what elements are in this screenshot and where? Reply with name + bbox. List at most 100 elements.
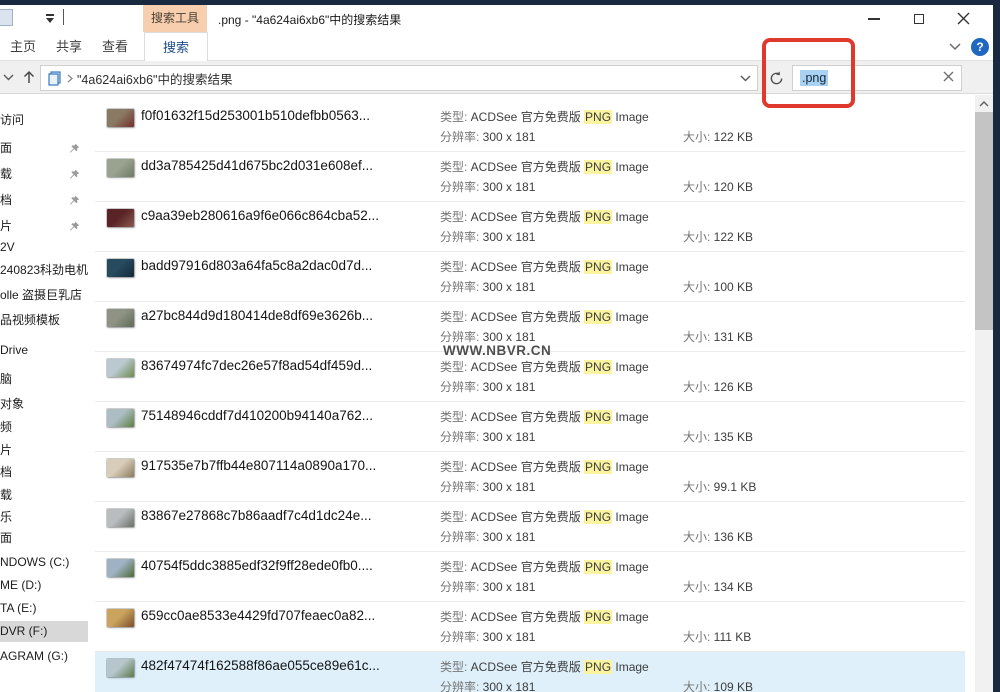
file-size: 大小: 136 KB bbox=[683, 528, 753, 545]
file-row[interactable]: f0f01632f15d253001b510defbb0563... 类型: A… bbox=[95, 102, 965, 152]
resolution-label: 分辨率: bbox=[440, 530, 483, 544]
sidebar-item[interactable]: 240823科劲电机 bbox=[0, 260, 88, 281]
scrollbar[interactable] bbox=[975, 95, 993, 692]
watermark-text: WWW.NBVR.CN bbox=[443, 343, 551, 358]
file-resolution-line: 分辨率: 300 x 181 bbox=[440, 578, 535, 595]
minimize-button[interactable] bbox=[851, 5, 896, 32]
address-dropdown-chevron-icon[interactable] bbox=[740, 75, 751, 82]
sidebar-item-label: ME (D:) bbox=[0, 578, 41, 592]
sidebar-item[interactable]: 载 bbox=[0, 164, 88, 185]
sidebar-item[interactable]: TA (E:) bbox=[0, 598, 88, 619]
file-thumbnail bbox=[107, 209, 134, 227]
sidebar-item[interactable]: 面 bbox=[0, 528, 88, 549]
size-value: 126 KB bbox=[714, 380, 753, 394]
ribbon-tab[interactable]: 查看 bbox=[92, 32, 138, 61]
file-row[interactable]: c9aa39eb280616a9f6e066c864cba52... 类型: A… bbox=[95, 202, 965, 252]
resolution-label: 分辨率: bbox=[440, 130, 483, 144]
sidebar-item[interactable]: 载 bbox=[0, 485, 88, 506]
history-dropdown-icon[interactable] bbox=[3, 74, 14, 81]
sidebar-item[interactable]: 对象 bbox=[0, 394, 88, 415]
scrollbar-thumb[interactable] bbox=[975, 112, 993, 330]
type-suffix: Image bbox=[612, 110, 649, 124]
close-button[interactable] bbox=[941, 5, 986, 32]
file-type-line: 类型: ACDSee 官方免费版 PNG Image bbox=[440, 558, 649, 575]
type-prefix: ACDSee 官方免费版 bbox=[471, 360, 584, 374]
sidebar-item[interactable]: AGRAM (G:) bbox=[0, 646, 88, 667]
type-label: 类型: bbox=[440, 560, 471, 574]
file-thumbnail bbox=[107, 609, 134, 627]
ribbon-tab[interactable]: 共享 bbox=[46, 32, 92, 61]
file-row[interactable]: 83674974fc7dec26e57f8ad54df459d... 类型: A… bbox=[95, 352, 965, 402]
file-row[interactable]: 75148946cddf7d410200b94140a762... 类型: AC… bbox=[95, 402, 965, 452]
search-input[interactable]: .png bbox=[792, 65, 962, 91]
resolution-value: 300 x 181 bbox=[483, 130, 536, 144]
resolution-value: 300 x 181 bbox=[483, 580, 536, 594]
type-suffix: Image bbox=[612, 660, 649, 674]
sidebar-item[interactable]: 面 bbox=[0, 138, 88, 159]
type-highlight: PNG bbox=[584, 560, 612, 574]
sidebar-item[interactable]: 片 bbox=[0, 440, 88, 461]
clear-search-button[interactable] bbox=[943, 69, 954, 87]
search-tools-contextual-tab[interactable]: 搜索工具 bbox=[143, 5, 207, 32]
sidebar-item[interactable]: Drive bbox=[0, 340, 88, 361]
sidebar-item[interactable]: 2V bbox=[0, 237, 88, 258]
sidebar-item-label: olle 盗摄巨乳店 bbox=[0, 288, 82, 302]
ribbon-tab[interactable]: 主页 bbox=[0, 32, 46, 61]
size-value: 122 KB bbox=[714, 230, 753, 244]
sidebar-item-label: 访问 bbox=[0, 113, 24, 127]
resolution-value: 300 x 181 bbox=[483, 230, 536, 244]
help-button[interactable]: ? bbox=[971, 38, 989, 56]
sidebar-item[interactable]: 访问 bbox=[0, 110, 88, 131]
type-highlight: PNG bbox=[584, 510, 612, 524]
file-size: 大小: 134 KB bbox=[683, 578, 753, 595]
type-prefix: ACDSee 官方免费版 bbox=[471, 410, 584, 424]
file-size: 大小: 111 KB bbox=[683, 628, 751, 645]
sidebar-item[interactable]: 档 bbox=[0, 190, 88, 211]
pin-icon bbox=[69, 221, 80, 232]
sidebar-item[interactable]: 档 bbox=[0, 462, 88, 483]
file-row[interactable]: dd3a785425d41d675bc2d031e608ef... 类型: AC… bbox=[95, 152, 965, 202]
up-one-level-icon[interactable] bbox=[21, 69, 37, 85]
file-type-line: 类型: ACDSee 官方免费版 PNG Image bbox=[440, 358, 649, 375]
quick-access-toolbar-arrow-icon[interactable] bbox=[44, 14, 56, 26]
ribbon-tabs-row: 主页共享查看搜索 ? bbox=[0, 32, 993, 61]
refresh-icon bbox=[769, 71, 784, 86]
sidebar-item[interactable]: NDOWS (C:) bbox=[0, 552, 88, 573]
sidebar-item[interactable]: 片 bbox=[0, 216, 88, 237]
maximize-icon bbox=[914, 14, 924, 24]
resolution-label: 分辨率: bbox=[440, 630, 483, 644]
maximize-button[interactable] bbox=[896, 5, 941, 32]
minimize-icon bbox=[868, 18, 880, 20]
sidebar-item[interactable]: ME (D:) bbox=[0, 575, 88, 596]
size-value: 122 KB bbox=[714, 130, 753, 144]
address-bar[interactable]: "4a624ai6xb6"中的搜索结果 bbox=[40, 65, 758, 91]
type-label: 类型: bbox=[440, 410, 471, 424]
sidebar-item[interactable]: 频 bbox=[0, 417, 88, 438]
file-name: 659cc0ae8533e4429fd707feaec0a82... bbox=[141, 608, 375, 623]
sidebar-item-label: 面 bbox=[0, 141, 12, 155]
sidebar-item[interactable]: olle 盗摄巨乳店 bbox=[0, 285, 88, 306]
search-query-text: .png bbox=[800, 70, 828, 86]
sidebar-item-label: 面 bbox=[0, 531, 12, 545]
file-name: a27bc844d9d180414de8df69e3626b... bbox=[141, 308, 373, 323]
sidebar-item[interactable]: DVR (F:) bbox=[0, 621, 88, 642]
file-row[interactable]: 83867e27868c7b86aadf7c4d1dc24e... 类型: AC… bbox=[95, 502, 965, 552]
window-right-edge bbox=[993, 0, 1000, 692]
sidebar-item[interactable]: 乐 bbox=[0, 507, 88, 528]
file-list: f0f01632f15d253001b510defbb0563... 类型: A… bbox=[95, 102, 965, 692]
sidebar-item[interactable]: 脑 bbox=[0, 369, 88, 390]
file-row[interactable]: 659cc0ae8533e4429fd707feaec0a82... 类型: A… bbox=[95, 602, 965, 652]
sidebar-item[interactable]: 品视频模板 bbox=[0, 310, 88, 331]
file-row[interactable]: badd97916d803a64fa5c8a2dac0d7d... 类型: AC… bbox=[95, 252, 965, 302]
resolution-label: 分辨率: bbox=[440, 380, 483, 394]
refresh-button[interactable] bbox=[764, 69, 788, 87]
scrollbar-up-button[interactable] bbox=[975, 95, 993, 112]
title-bar: 搜索工具 .png - "4a624ai6xb6"中的搜索结果 bbox=[0, 5, 993, 32]
sidebar-item-label: 片 bbox=[0, 219, 12, 233]
ribbon-tab[interactable]: 搜索 bbox=[144, 32, 208, 61]
file-row[interactable]: 482f47474f162588f86ae055ce89e61c... 类型: … bbox=[95, 652, 965, 692]
file-size: 大小: 122 KB bbox=[683, 228, 753, 245]
file-row[interactable]: 917535e7b7ffb44e807114a0890a170... 类型: A… bbox=[95, 452, 965, 502]
ribbon-collapse-chevron-icon[interactable] bbox=[949, 43, 961, 51]
file-row[interactable]: 40754f5ddc3885edf32f9ff28ede0fb0.... 类型:… bbox=[95, 552, 965, 602]
